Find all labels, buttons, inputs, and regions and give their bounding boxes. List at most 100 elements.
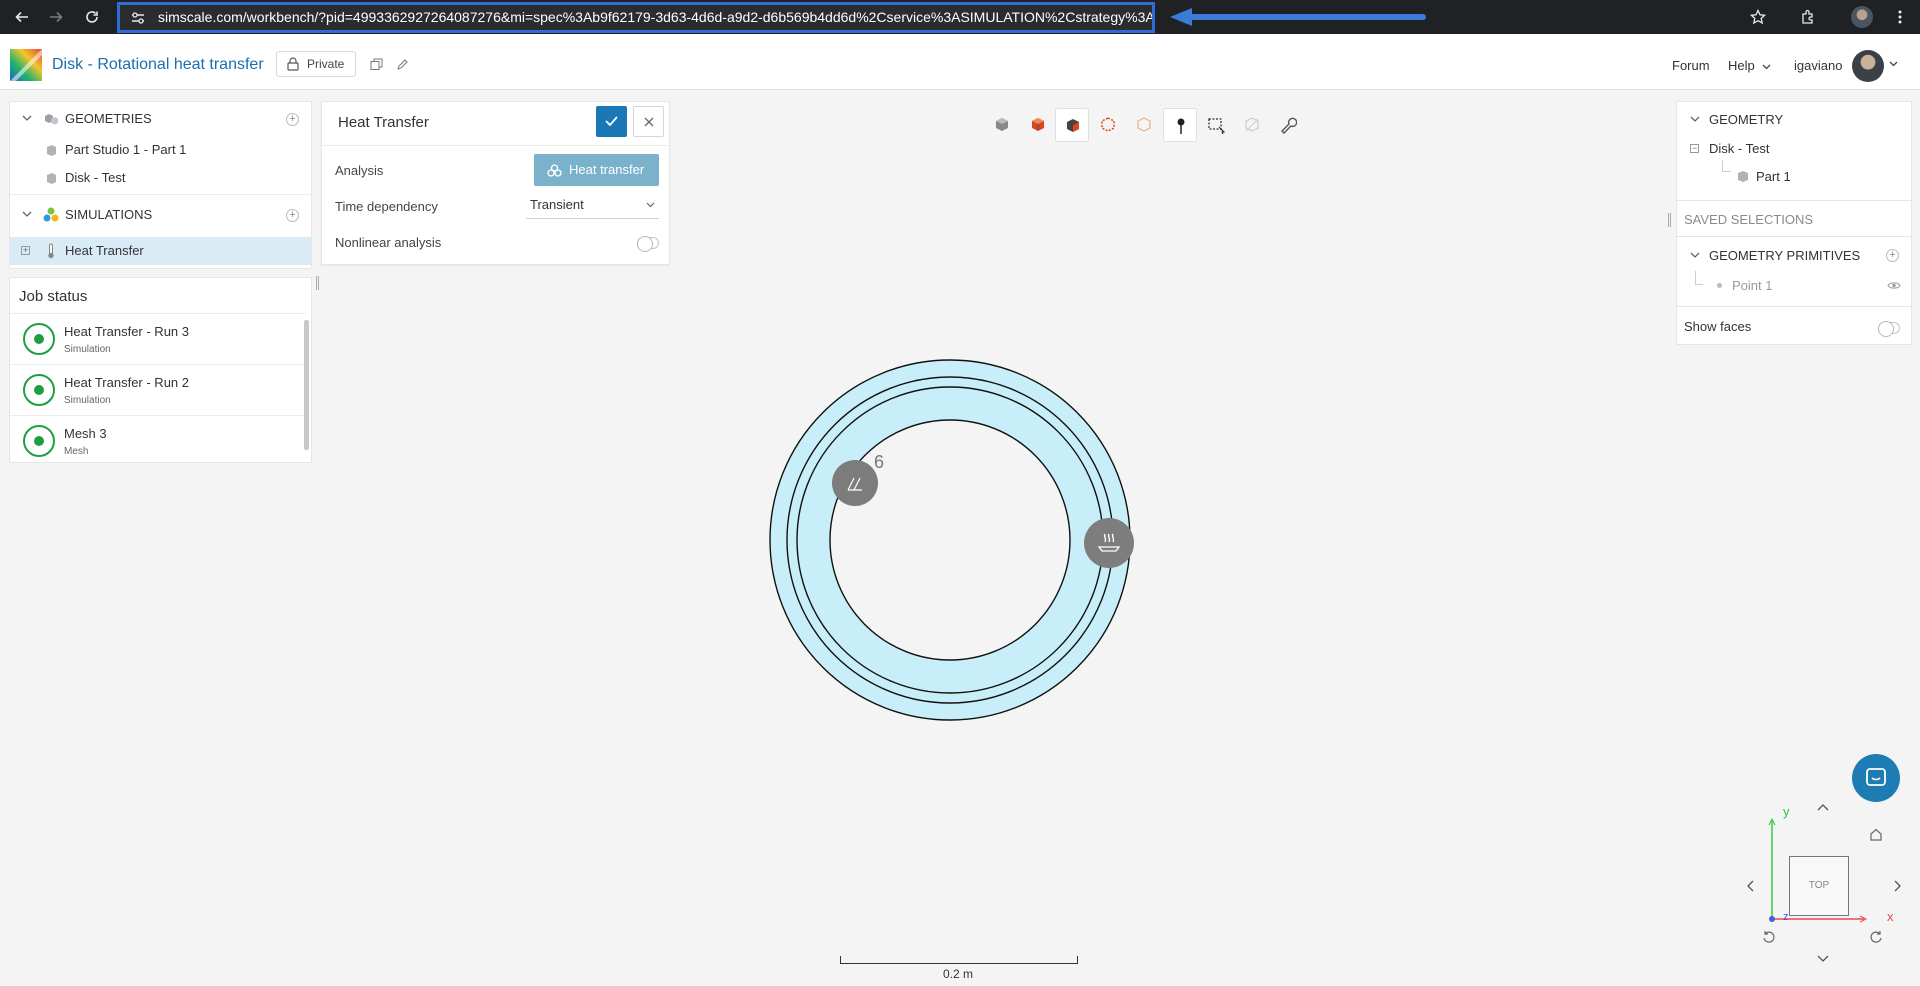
chat-icon bbox=[1866, 768, 1886, 786]
copy-icon[interactable] bbox=[370, 58, 383, 71]
chevron-down-icon bbox=[1762, 64, 1771, 69]
divider bbox=[1677, 306, 1911, 307]
rotate-cw-icon[interactable] bbox=[1869, 930, 1883, 944]
time-dependency-select[interactable]: Transient bbox=[526, 192, 659, 219]
tree-section-label: GEOMETRIES bbox=[65, 111, 152, 126]
forum-link[interactable]: Forum bbox=[1672, 58, 1710, 73]
simscale-logo-icon[interactable] bbox=[10, 49, 42, 81]
show-faces-row: Show faces bbox=[1677, 317, 1911, 337]
view-cube-face[interactable]: TOP bbox=[1789, 856, 1849, 916]
project-title[interactable]: Disk - Rotational heat transfer bbox=[52, 56, 264, 74]
menu-dots-icon[interactable] bbox=[1892, 9, 1908, 25]
job-row[interactable]: Mesh 3 Mesh bbox=[10, 415, 306, 466]
add-geometry-button[interactable]: + bbox=[286, 113, 299, 126]
section-label: GEOMETRY PRIMITIVES bbox=[1709, 248, 1861, 263]
simulations-icon bbox=[43, 207, 59, 222]
back-arrow-icon[interactable] bbox=[14, 9, 30, 25]
add-simulation-button[interactable]: + bbox=[286, 209, 299, 222]
geometry-part-item[interactable]: Part 1 bbox=[1677, 168, 1911, 186]
select-face-button[interactable] bbox=[1055, 108, 1089, 142]
disk-geometry bbox=[769, 359, 1131, 721]
bc-label: 6 bbox=[874, 452, 885, 472]
tree-item-simulation[interactable]: + Heat Transfer bbox=[10, 237, 311, 265]
tree-item-geometry[interactable]: Part Studio 1 - Part 1 bbox=[10, 136, 311, 164]
close-button[interactable] bbox=[633, 106, 664, 137]
avatar[interactable] bbox=[1852, 50, 1884, 82]
job-name: Heat Transfer - Run 2 bbox=[64, 375, 189, 390]
pick-point-button[interactable] bbox=[1163, 108, 1197, 142]
geometry-section[interactable]: GEOMETRY bbox=[1677, 111, 1911, 129]
bookmark-star-icon[interactable] bbox=[1750, 9, 1766, 25]
site-settings-icon[interactable] bbox=[131, 11, 145, 25]
edit-pencil-icon[interactable] bbox=[396, 58, 409, 71]
chevron-down-icon[interactable] bbox=[22, 115, 32, 122]
checkmark-icon bbox=[605, 116, 618, 126]
forward-arrow-icon[interactable] bbox=[48, 9, 64, 25]
panel-resize-handle[interactable] bbox=[316, 276, 319, 290]
panel-resize-handle[interactable] bbox=[1668, 213, 1671, 227]
rotate-left-icon[interactable] bbox=[1746, 880, 1754, 892]
reload-icon[interactable] bbox=[84, 9, 100, 25]
scrollbar[interactable] bbox=[304, 320, 309, 450]
rotate-ccw-icon[interactable] bbox=[1762, 930, 1776, 944]
show-faces-label: Show faces bbox=[1684, 319, 1752, 334]
job-row[interactable]: Heat Transfer - Run 2 Simulation bbox=[10, 364, 306, 415]
help-label: Help bbox=[1728, 58, 1755, 73]
analysis-type-button[interactable]: Heat transfer bbox=[534, 154, 659, 186]
expand-icon[interactable]: + bbox=[21, 246, 30, 255]
geometry-root-item[interactable]: − Disk - Test bbox=[1677, 140, 1911, 158]
select-edge-button[interactable] bbox=[1091, 108, 1125, 142]
axis-x-label: x bbox=[1887, 909, 1894, 924]
add-primitive-button[interactable]: + bbox=[1886, 249, 1899, 262]
heat-transfer-icon bbox=[547, 164, 562, 177]
point-icon bbox=[1717, 283, 1722, 288]
axis-z-label: z bbox=[1783, 911, 1789, 923]
visibility-label: Private bbox=[307, 57, 345, 71]
profile-icon[interactable] bbox=[1851, 6, 1873, 28]
part-icon bbox=[47, 173, 56, 184]
show-faces-toggle[interactable] bbox=[1878, 321, 1900, 337]
visibility-eye-icon[interactable] bbox=[1887, 281, 1901, 290]
help-menu[interactable]: Help bbox=[1728, 58, 1771, 73]
rotate-right-icon[interactable] bbox=[1894, 880, 1902, 892]
primitive-item[interactable]: Point 1 bbox=[1677, 276, 1911, 296]
user-name[interactable]: igaviano bbox=[1794, 58, 1842, 73]
job-type: Mesh bbox=[64, 446, 89, 457]
chevron-down-icon[interactable] bbox=[22, 211, 32, 218]
chevron-down-icon[interactable] bbox=[1690, 116, 1700, 123]
tree-section-geometries[interactable]: GEOMETRIES + bbox=[10, 105, 311, 133]
disk-model-view[interactable] bbox=[760, 350, 1140, 730]
select-point-button[interactable] bbox=[1127, 108, 1161, 142]
confirm-button[interactable] bbox=[596, 106, 627, 137]
geometry-primitives-section[interactable]: GEOMETRY PRIMITIVES + bbox=[1677, 246, 1911, 266]
rotate-down-icon[interactable] bbox=[1817, 955, 1829, 963]
chevron-down-icon[interactable] bbox=[1690, 252, 1700, 259]
rotate-up-icon[interactable] bbox=[1817, 803, 1829, 811]
extensions-icon[interactable] bbox=[1800, 9, 1816, 25]
primitive-label: Point 1 bbox=[1732, 278, 1773, 293]
tree-item-geometry[interactable]: Disk - Test bbox=[10, 164, 311, 192]
heat-flux-icon bbox=[1097, 533, 1121, 552]
view-mode-button[interactable] bbox=[985, 108, 1019, 142]
tree-section-simulations[interactable]: SIMULATIONS + bbox=[10, 201, 311, 229]
collapse-icon[interactable]: − bbox=[1690, 144, 1699, 153]
job-row[interactable]: Heat Transfer - Run 3 Simulation bbox=[10, 313, 306, 364]
chat-button[interactable] bbox=[1852, 754, 1900, 802]
tools-button[interactable] bbox=[1271, 108, 1305, 142]
tree-section-label: SIMULATIONS bbox=[65, 207, 153, 222]
select-volume-button[interactable] bbox=[1021, 108, 1055, 142]
boundary-condition-marker[interactable] bbox=[832, 460, 878, 506]
address-bar[interactable]: simscale.com/workbench/?pid=499336292726… bbox=[117, 2, 1155, 33]
part-icon bbox=[47, 145, 56, 156]
heat-source-marker[interactable] bbox=[1084, 518, 1134, 568]
saved-selections-section[interactable]: SAVED SELECTIONS bbox=[1677, 210, 1911, 230]
nonlinear-toggle[interactable] bbox=[637, 236, 659, 252]
tree-item-label: Heat Transfer bbox=[65, 243, 144, 258]
nonlinear-label: Nonlinear analysis bbox=[335, 235, 442, 250]
close-icon bbox=[644, 117, 654, 127]
visibility-button[interactable]: Private bbox=[276, 51, 356, 77]
job-type: Simulation bbox=[64, 344, 111, 355]
chevron-down-icon[interactable] bbox=[1889, 61, 1898, 67]
box-select-button[interactable] bbox=[1199, 108, 1233, 142]
hide-button[interactable] bbox=[1235, 108, 1269, 142]
